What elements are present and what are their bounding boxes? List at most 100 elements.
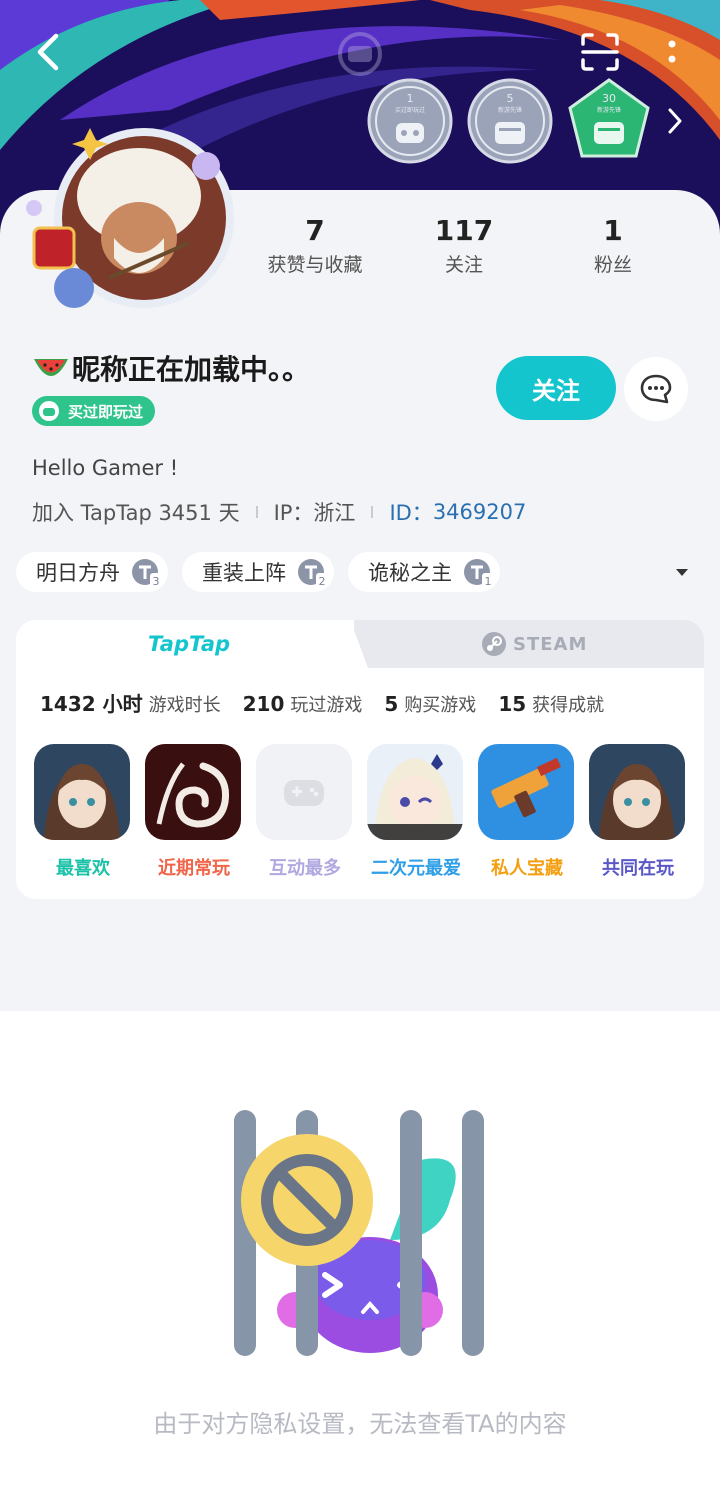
badge-number: 1 [406, 92, 414, 105]
stat-purchased: 5 购买游戏 [384, 691, 476, 717]
back-button[interactable] [24, 28, 72, 76]
badge-caption: 新游先锋 [596, 107, 621, 114]
stat-following[interactable]: 117 关注 [389, 214, 539, 277]
meta-divider [371, 506, 374, 518]
stat-achievements: 15 获得成就 [498, 691, 604, 717]
stat-purchased-value: 5 [384, 692, 399, 716]
stat-achievements-value: 15 [498, 692, 527, 716]
game-anime[interactable]: 二次元最爱 [367, 744, 465, 880]
scan-button[interactable] [576, 28, 624, 76]
game-collection: 最喜欢 近期常玩 互动最多 二次元最爱 私人宝藏 共同在玩 [34, 744, 694, 884]
game-shared[interactable]: 共同在玩 [589, 744, 687, 880]
privacy-message: 由于对方隐私设置，无法查看TA的内容 [153, 1410, 567, 1438]
stat-label: 粉丝 [593, 254, 632, 276]
game-stats-card: TapTap STEAM 1432 小时 游戏时长 210 玩过游戏 5 购买游戏 1… [16, 620, 704, 899]
game-tag-label: 重装上阵 [202, 561, 286, 585]
stat-label: 获赞与收藏 [267, 254, 363, 276]
game-label: 共同在玩 [602, 858, 674, 879]
tab-taptap-label[interactable]: TapTap [134, 628, 244, 660]
game-label: 最喜欢 [56, 858, 110, 879]
game-label: 互动最多 [269, 858, 341, 879]
stat-value: 7 [305, 214, 325, 247]
stat-played: 210 玩过游戏 [243, 691, 363, 717]
game-label: 二次元最爱 [371, 858, 461, 879]
stat-purchased-label: 购买游戏 [404, 695, 477, 716]
follow-button[interactable]: 关注 [496, 356, 616, 420]
game-favorite[interactable]: 最喜欢 [34, 744, 132, 880]
steam-tab-text: STEAM [513, 633, 588, 655]
nickname: 昵称正在加载中。。 [72, 353, 311, 386]
nickname-row: 昵称正在加载中。。 [32, 346, 310, 390]
user-bio: Hello Gamer ! [32, 456, 179, 480]
privacy-lock-illustration [234, 1110, 484, 1356]
stat-achievements-label: 获得成就 [532, 695, 605, 716]
tag-level: 1 [485, 575, 492, 588]
ip-location: IP：浙江 [273, 501, 356, 525]
tag-level: 3 [153, 575, 160, 588]
stat-label: 关注 [444, 254, 483, 276]
achievement-badge-icon [467, 78, 553, 164]
game-treasure[interactable]: 私人宝藏 [478, 744, 576, 880]
scan-icon [581, 33, 619, 71]
banner-emblem-icon [338, 32, 382, 76]
stat-playtime-value: 1432 小时 [40, 692, 143, 716]
level-badge-icon: 2 [298, 559, 328, 588]
tag-level: 2 [319, 575, 326, 588]
message-button[interactable] [624, 357, 688, 421]
achievement-badge-icon [568, 78, 650, 158]
tab-steam-label[interactable]: STEAM [481, 630, 587, 658]
badges-more-button[interactable] [660, 104, 690, 138]
stat-likes[interactable]: 7 获赞与收藏 [240, 214, 390, 277]
game-placeholder-icon [256, 744, 352, 840]
stat-played-value: 210 [242, 692, 285, 716]
game-tag-label: 明日方舟 [36, 561, 120, 585]
meta-divider [255, 506, 258, 518]
game-stats-row: 1432 小时 游戏时长 210 玩过游戏 5 购买游戏 15 获得成就 [40, 688, 626, 717]
level-badge-icon: 3 [132, 559, 162, 588]
stat-value: 117 [434, 214, 494, 247]
watermelon-icon [34, 359, 68, 376]
badge-caption: 买过即玩过 [394, 107, 425, 114]
game-icon [145, 744, 241, 840]
game-icon [367, 744, 463, 840]
steam-icon [482, 632, 506, 656]
controller-icon [39, 401, 59, 421]
game-interactive[interactable]: 互动最多 [256, 744, 354, 880]
stat-played-label: 玩过游戏 [290, 695, 363, 716]
achievement-badge-1[interactable]: 1 买过即玩过 [367, 78, 453, 164]
game-label: 私人宝藏 [491, 858, 563, 879]
back-arrow-icon [37, 33, 59, 71]
game-icon [478, 744, 574, 840]
stat-followers[interactable]: 1 粉丝 [538, 214, 688, 277]
achievement-badge-3[interactable]: 30 新游先锋 [566, 78, 652, 164]
user-avatar[interactable] [14, 118, 234, 318]
game-tag[interactable]: 明日方舟 3 [16, 552, 168, 592]
level-badge-icon: 1 [464, 559, 494, 588]
game-label: 近期常玩 [158, 858, 230, 879]
verified-badge[interactable]: 买过即玩过 [32, 396, 156, 426]
join-duration: 加入 TapTap 3451 天 [32, 501, 240, 525]
user-meta: 加入 TapTap 3451 天 IP：浙江 ID： 3469207 [32, 497, 526, 527]
game-icon [34, 744, 130, 840]
game-tag[interactable]: 诡秘之主 1 [348, 552, 500, 592]
chat-bubble-icon [640, 374, 672, 404]
verified-badge-label: 买过即玩过 [68, 402, 144, 421]
user-id[interactable]: 3469207 [433, 500, 527, 524]
more-button[interactable] [650, 28, 694, 76]
game-tag[interactable]: 重装上阵 2 [182, 552, 334, 592]
chevron-right-icon [668, 108, 682, 134]
achievement-badge-2[interactable]: 5 新游先锋 [467, 78, 553, 164]
badge-caption: 新游先锋 [497, 107, 522, 114]
game-icon [589, 744, 685, 840]
badge-number: 30 [602, 92, 616, 105]
user-id-label[interactable]: ID： [389, 497, 432, 527]
game-tags: 明日方舟 3 重装上阵 2 诡秘之主 1 [16, 552, 514, 592]
game-recent[interactable]: 近期常玩 [145, 744, 243, 880]
achievement-badge-icon [367, 78, 453, 164]
stat-value: 1 [603, 214, 623, 247]
badge-number: 5 [506, 92, 514, 105]
stat-playtime: 1432 小时 游戏时长 [40, 688, 221, 717]
more-vertical-icon [668, 40, 676, 63]
stat-playtime-label: 游戏时长 [148, 695, 221, 716]
expand-tags-icon[interactable] [668, 562, 696, 582]
